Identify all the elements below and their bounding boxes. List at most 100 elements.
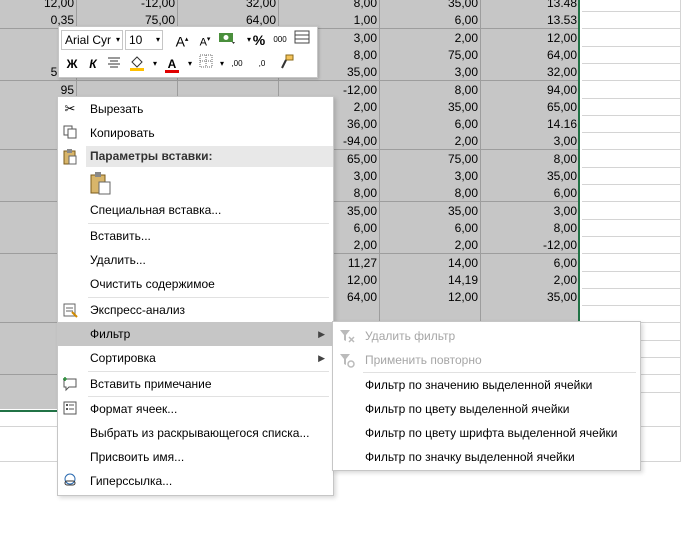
table-cell[interactable] — [582, 115, 681, 134]
decrease-font-button[interactable]: A▾ — [195, 30, 215, 50]
table-cell[interactable]: 13.53 — [481, 11, 580, 30]
table-cell[interactable] — [582, 218, 681, 237]
bold-button[interactable]: Ж — [62, 54, 82, 74]
menu-item-label: Фильтр — [90, 327, 131, 341]
table-cell[interactable] — [582, 28, 681, 47]
menu-item-sort[interactable]: Сортировка ▶ — [58, 346, 333, 370]
table-cell[interactable] — [582, 11, 681, 30]
table-cell[interactable]: 2,00 — [380, 28, 481, 47]
submenu-item-filter-by-color[interactable]: Фильтр по цвету выделенной ячейки — [333, 397, 640, 421]
menu-item-label: Вставить примечание — [90, 377, 212, 391]
table-cell[interactable]: 6,00 — [481, 253, 580, 272]
paste-option-button[interactable] — [90, 171, 112, 195]
thousands-separator-button[interactable]: 000 — [270, 30, 290, 50]
percent-button[interactable]: % — [249, 30, 269, 50]
table-cell[interactable]: 3,00 — [380, 63, 481, 82]
table-cell[interactable]: 6,00 — [380, 218, 481, 237]
table-cell[interactable] — [582, 63, 681, 82]
table-cell[interactable] — [582, 149, 681, 168]
table-cell[interactable]: 3,00 — [481, 132, 580, 151]
table-cell[interactable]: 65,00 — [481, 97, 580, 116]
table-cell[interactable]: 6,00 — [380, 11, 481, 30]
table-cell[interactable]: 2,00 — [380, 236, 481, 255]
table-cell[interactable]: 12,00 — [0, 0, 77, 12]
table-cell[interactable] — [582, 167, 681, 185]
fill-color-icon[interactable] — [127, 54, 147, 74]
table-cell[interactable] — [582, 253, 681, 272]
font-size-box[interactable]: 10 ▾ — [125, 30, 163, 50]
table-cell[interactable] — [582, 288, 681, 307]
merge-cells-icon[interactable] — [292, 30, 312, 50]
submenu-item-filter-by-value[interactable]: Фильтр по значению выделенной ячейки — [333, 373, 640, 397]
accounting-format-icon[interactable] — [217, 30, 237, 50]
table-cell[interactable]: 6,00 — [380, 115, 481, 134]
table-cell[interactable]: 12,00 — [380, 288, 481, 307]
decrease-decimal-button[interactable]: ,0 — [252, 54, 272, 74]
increase-font-button[interactable]: A▴ — [172, 30, 192, 50]
submenu-item-reapply[interactable]: Применить повторно — [333, 348, 640, 372]
table-cell[interactable]: 94,00 — [481, 80, 580, 99]
font-name-box[interactable]: Arial Cyr ▾ — [61, 30, 123, 50]
table-cell[interactable]: 3,00 — [481, 201, 580, 220]
menu-item-label: Выбрать из раскрывающегося списка... — [90, 426, 310, 440]
table-cell[interactable]: 35,00 — [481, 167, 580, 185]
table-cell[interactable]: 8,00 — [279, 0, 380, 12]
table-cell[interactable]: 35,00 — [380, 201, 481, 220]
table-cell[interactable]: 75,00 — [380, 45, 481, 64]
menu-item-insert-comment[interactable]: Вставить примечание — [58, 372, 333, 396]
menu-item-quick-analysis[interactable]: Экспресс-анализ — [58, 298, 333, 322]
table-cell[interactable]: 8,00 — [481, 149, 580, 168]
table-cell[interactable]: 6,00 — [481, 184, 580, 203]
menu-item-define-name[interactable]: Присвоить имя... — [58, 445, 333, 469]
format-painter-icon[interactable] — [277, 54, 297, 74]
menu-item-format-cells[interactable]: Формат ячеек... — [58, 397, 333, 421]
table-cell[interactable]: 35,00 — [380, 97, 481, 116]
table-cell[interactable] — [582, 80, 681, 99]
table-cell[interactable]: 14,00 — [380, 253, 481, 272]
table-cell[interactable]: 12,00 — [481, 28, 580, 47]
table-cell[interactable]: 8,00 — [380, 184, 481, 203]
menu-item-pick-from-list[interactable]: Выбрать из раскрывающегося списка... — [58, 421, 333, 445]
menu-item-filter[interactable]: Фильтр ▶ — [58, 322, 333, 346]
table-cell[interactable] — [582, 45, 681, 64]
table-cell[interactable]: 35,00 — [481, 288, 580, 307]
table-cell[interactable]: 14,19 — [380, 270, 481, 289]
menu-item-hyperlink[interactable]: Гиперссылка... — [58, 469, 333, 493]
table-cell[interactable]: 75,00 — [380, 149, 481, 168]
table-cell[interactable] — [582, 201, 681, 220]
table-cell[interactable] — [582, 184, 681, 203]
table-cell[interactable]: 13.48 — [481, 0, 580, 12]
table-cell[interactable]: 3,00 — [380, 167, 481, 185]
table-cell[interactable]: 2,00 — [380, 132, 481, 151]
menu-item-cut[interactable]: ✂ Вырезать — [58, 97, 333, 121]
table-cell[interactable] — [582, 0, 681, 12]
table-cell[interactable]: 8,00 — [380, 80, 481, 99]
menu-item-copy[interactable]: Копировать — [58, 121, 333, 145]
submenu-item-clear-filter[interactable]: Удалить фильтр — [333, 324, 640, 348]
table-cell[interactable] — [582, 270, 681, 289]
table-cell[interactable]: 32,00 — [481, 63, 580, 82]
align-center-icon[interactable] — [104, 54, 124, 74]
increase-decimal-button[interactable]: ,00 — [227, 54, 247, 74]
menu-item-paste-special[interactable]: Специальная вставка... — [58, 198, 333, 222]
submenu-item-filter-by-font-color[interactable]: Фильтр по цвету шрифта выделенной ячейки — [333, 421, 640, 445]
menu-item-delete[interactable]: Удалить... — [58, 248, 333, 272]
table-cell[interactable]: 35,00 — [380, 0, 481, 12]
table-cell[interactable]: 8,00 — [481, 218, 580, 237]
font-color-button[interactable]: A — [162, 54, 182, 74]
table-cell[interactable]: -12,00 — [481, 236, 580, 255]
table-cell[interactable]: 64,00 — [481, 45, 580, 64]
table-cell[interactable] — [582, 132, 681, 151]
scissors-icon: ✂ — [64, 101, 76, 116]
comment-icon — [62, 376, 78, 392]
table-cell[interactable]: 14.16 — [481, 115, 580, 134]
menu-item-clear-contents[interactable]: Очистить содержимое — [58, 272, 333, 296]
table-cell[interactable]: 2,00 — [481, 270, 580, 289]
table-cell[interactable]: -12,00 — [77, 0, 178, 12]
table-cell[interactable] — [582, 236, 681, 255]
menu-item-insert[interactable]: Вставить... — [58, 224, 333, 248]
table-cell[interactable] — [582, 97, 681, 116]
italic-button[interactable]: К — [83, 54, 103, 74]
submenu-item-filter-by-icon[interactable]: Фильтр по значку выделенной ячейки — [333, 445, 640, 469]
table-cell[interactable]: 32,00 — [178, 0, 279, 12]
